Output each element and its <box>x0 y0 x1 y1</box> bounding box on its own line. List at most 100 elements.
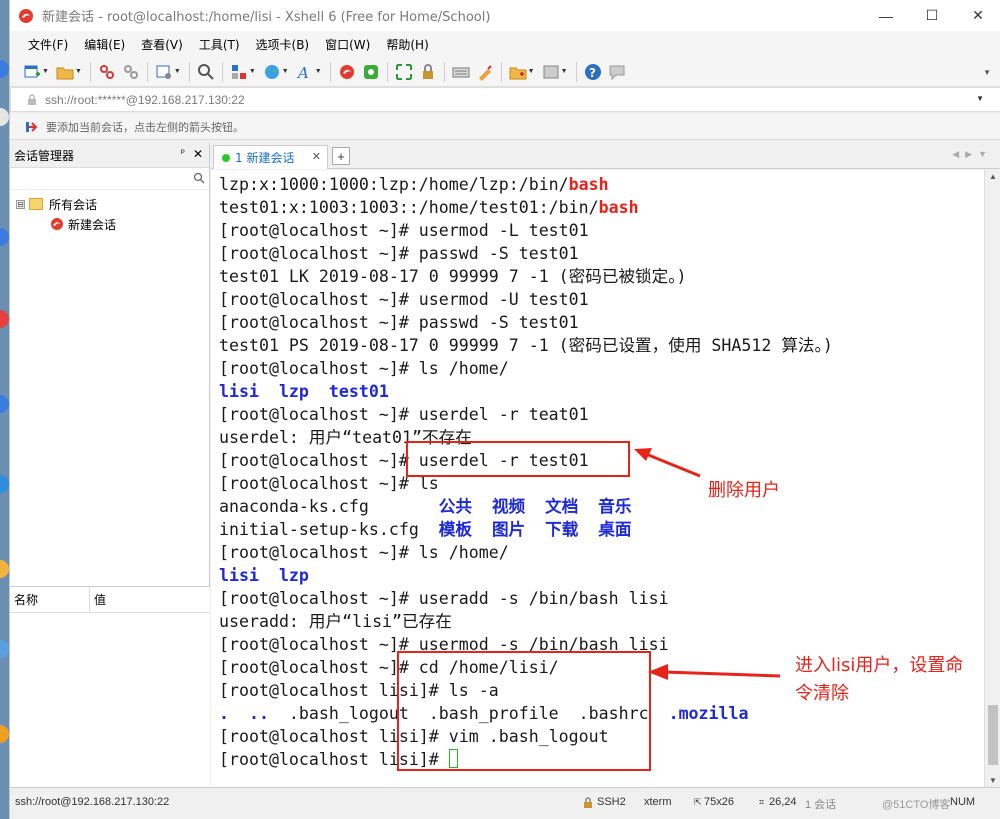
terminal-text: anaconda-ks.cfg <box>219 497 439 516</box>
tree-node-all-sessions[interactable]: ⊟ 所有会话 <box>10 194 209 214</box>
watermark: @51CTO博客 <box>882 799 951 811</box>
window-layout-icon[interactable] <box>542 63 560 81</box>
tree-node-new-session[interactable]: 新建会话 <box>10 214 209 234</box>
session-manager-panel: 会话管理器 ᵖ ✕ ⊟ 所有会话 新建会话 名称 值 <box>10 143 210 787</box>
tab-nav-arrows-icon[interactable]: ◀▶▼ <box>952 149 993 160</box>
hint-bar: 要添加当前会话，点击左侧的箭头按钮。 <box>10 114 1000 140</box>
toolbar-separator <box>329 61 331 82</box>
disconnect-icon[interactable] <box>122 63 140 81</box>
layout-icon[interactable] <box>230 63 248 81</box>
tree-node-label: 新建会话 <box>68 217 117 232</box>
new-session-dropdown-icon[interactable]: ▼ <box>42 68 49 75</box>
toolbar-separator <box>221 61 223 82</box>
font-dropdown-icon[interactable]: ▼ <box>315 68 322 75</box>
connect-icon[interactable] <box>98 63 116 81</box>
find-icon[interactable] <box>197 63 215 81</box>
xshell-icon[interactable] <box>338 63 356 81</box>
menu-tabs[interactable]: 选项卡(B) <box>248 36 318 53</box>
tab-new-session[interactable]: 1 新建会话 ✕ <box>213 145 328 169</box>
keyboard-icon[interactable] <box>452 63 470 81</box>
new-session-icon[interactable] <box>23 63 41 81</box>
props-column-value[interactable]: 值 <box>90 591 106 608</box>
toolbar-separator <box>188 61 190 82</box>
highlight-icon[interactable] <box>476 63 494 81</box>
session-search-input[interactable] <box>10 168 209 190</box>
menu-view[interactable]: 查看(V) <box>133 36 191 53</box>
terminal-text: test01 PS 2019-08-17 0 99999 7 -1 (密码已设置… <box>219 336 833 355</box>
terminal-line: initial-setup-ks.cfg 模板 图片 下载 桌面 <box>219 518 984 541</box>
annotation-arrow-lisi <box>648 664 781 680</box>
add-tab-icon[interactable] <box>509 63 527 81</box>
add-tab-dropdown-icon[interactable]: ▼ <box>528 68 535 75</box>
font-icon[interactable]: A <box>296 63 314 81</box>
status-bar: ssh://root@192.168.217.130:22 SSH2 xterm… <box>10 787 1000 819</box>
menu-help[interactable]: 帮助(H) <box>378 36 436 53</box>
pin-icon[interactable]: ᵖ <box>181 148 185 159</box>
scroll-up-icon[interactable]: ▲ <box>989 172 997 181</box>
terminal-text: 模板 图片 下载 桌面 <box>438 520 632 539</box>
lock-icon[interactable] <box>419 63 437 81</box>
fullscreen-icon[interactable] <box>395 63 413 81</box>
globe-icon[interactable] <box>263 63 281 81</box>
close-button[interactable]: ✕ <box>955 0 1000 31</box>
collapse-icon[interactable]: ⊟ <box>16 199 25 209</box>
menu-tools[interactable]: 工具(T) <box>191 36 248 53</box>
connected-status-icon <box>222 153 230 162</box>
address-dropdown-icon[interactable]: ▼ <box>976 94 984 103</box>
hint-text: 要添加当前会话，点击左侧的箭头按钮。 <box>46 120 244 134</box>
terminal-text: lisi lzp <box>219 566 309 585</box>
open-folder-icon[interactable] <box>56 63 74 81</box>
annotation-box-userdel <box>406 441 630 477</box>
toolbar-separator <box>500 61 502 82</box>
session-manager-close-icon[interactable]: ✕ <box>193 147 203 161</box>
address-text[interactable]: ssh://root:******@192.168.217.130:22 <box>45 93 245 107</box>
status-size-icon: ⇱ <box>694 797 702 807</box>
layout-dropdown-icon[interactable]: ▼ <box>249 68 256 75</box>
menu-file[interactable]: 文件(F) <box>20 36 76 53</box>
terminal-scrollbar[interactable]: ▲ ▼ <box>984 170 1000 787</box>
props-column-name[interactable]: 名称 <box>10 587 90 612</box>
terminal-text: test01 LK 2019-08-17 0 99999 7 -1 (密码已被锁… <box>219 267 687 286</box>
status-connection: ssh://root@192.168.217.130:22 <box>15 796 170 808</box>
status-terminal-type: xterm <box>644 796 672 808</box>
minimize-button[interactable]: — <box>863 0 909 31</box>
help-icon[interactable]: ? <box>584 63 602 81</box>
annotation-arrow-delete <box>634 448 701 478</box>
session-manager-header: 会话管理器 ᵖ ✕ <box>10 143 209 168</box>
folder-icon <box>29 198 43 210</box>
session-icon <box>51 218 63 230</box>
terminal-line: [root@localhost ~]# passwd -S test01 <box>219 311 984 334</box>
terminal-line: test01:x:1003:1003::/home/test01:/bin/ba… <box>219 196 984 219</box>
toolbar-separator <box>386 61 388 82</box>
chat-icon[interactable] <box>608 63 626 81</box>
status-size: 75x26 <box>704 796 734 808</box>
new-tab-button[interactable]: + <box>332 147 350 165</box>
menu-window[interactable]: 窗口(W) <box>317 36 378 53</box>
status-cursor-pos: 26,24 <box>769 796 797 808</box>
terminal-line: [root@localhost ~]# ls /home/ <box>219 541 984 564</box>
properties-icon[interactable] <box>155 63 173 81</box>
terminal-text: test01:x:1003:1003::/home/test01:/bin/ <box>219 198 599 217</box>
status-sessions: 1 会话 <box>805 799 837 811</box>
terminal-line: [root@localhost ~]# ls /home/ <box>219 357 984 380</box>
address-lock-icon <box>28 94 36 105</box>
tab-close-icon[interactable]: ✕ <box>312 150 321 163</box>
bookmark-arrow-icon[interactable] <box>26 121 40 133</box>
scroll-thumb[interactable] <box>988 705 998 765</box>
terminal-line: useradd: 用户“lisi”已存在 <box>219 610 984 633</box>
session-tree: ⊟ 所有会话 新建会话 <box>10 190 209 234</box>
annotation-delete-user: 删除用户 <box>708 480 780 501</box>
search-icon[interactable] <box>193 172 205 184</box>
globe-dropdown-icon[interactable]: ▼ <box>282 68 289 75</box>
toolbar-separator <box>575 61 577 82</box>
terminal-text: 公共 视频 文档 音乐 <box>438 497 632 516</box>
scroll-down-icon[interactable]: ▼ <box>989 776 997 785</box>
xftp-icon[interactable] <box>362 63 380 81</box>
open-dropdown-icon[interactable]: ▼ <box>75 68 82 75</box>
window-layout-dropdown-icon[interactable]: ▼ <box>561 68 568 75</box>
maximize-button[interactable]: ☐ <box>909 0 955 31</box>
address-bar[interactable]: ssh://root:******@192.168.217.130:22 ▼ <box>10 87 1000 112</box>
properties-dropdown-icon[interactable]: ▼ <box>174 68 181 75</box>
menu-edit[interactable]: 编辑(E) <box>76 36 133 53</box>
toolbar-overflow-icon[interactable]: ▼ <box>983 68 991 77</box>
